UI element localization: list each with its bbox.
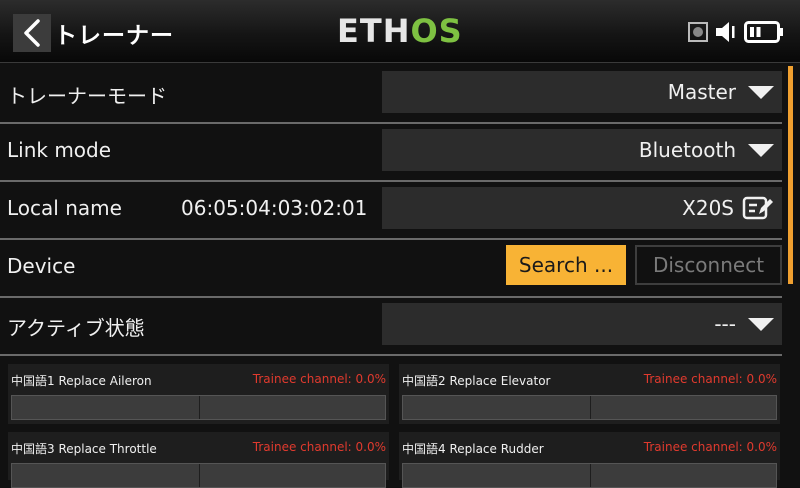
channel-panel-1[interactable]: 中国語1 Replace Aileron Trainee channel: 0.… [8,364,389,424]
edit-icon[interactable] [742,194,774,222]
local-name-label: Local name [7,196,122,220]
link-mode-value: Bluetooth [638,138,736,162]
mac-address: 06:05:04:03:02:01 [181,196,368,220]
trainer-mode-value: Master [667,80,736,104]
dropdown-arrow-icon [748,143,774,157]
chevron-left-icon [24,19,40,47]
row-active-state: アクティブ状態 --- [0,296,782,356]
record-icon [688,22,708,42]
active-state-label: アクティブ状態 [7,316,145,340]
row-device: Device Search ... Disconnect [0,238,782,298]
logo-text-os: OS [410,12,463,50]
search-button[interactable]: Search ... [506,245,626,285]
channel-bar [11,395,386,420]
channel-title: 中国語2 Replace Elevator [402,374,551,388]
disconnect-button[interactable]: Disconnect [635,245,782,285]
active-state-value: --- [714,312,736,336]
trainee-channel-status: Trainee channel: 0.0% [643,440,777,454]
scrollbar[interactable] [788,66,793,284]
device-label: Device [7,254,76,278]
channel-bar [402,395,777,420]
local-name-input[interactable]: X20S [382,187,782,229]
active-state-select[interactable]: --- [382,303,782,345]
battery-icon [744,21,783,43]
trainer-mode-label: トレーナーモード [7,84,167,108]
channel-bar [402,463,777,488]
status-icons [688,20,784,44]
row-trainer-mode: トレーナーモード Master [0,64,782,124]
dropdown-arrow-icon [748,317,774,331]
dropdown-arrow-icon [748,85,774,99]
ethos-logo: ETHOS [337,12,463,50]
channel-title: 中国語1 Replace Aileron [11,374,152,388]
back-button[interactable] [13,14,51,52]
channel-bar [11,463,386,488]
logo-text-eth: ETH [337,12,411,50]
speaker-icon [716,22,735,42]
trainee-channel-status: Trainee channel: 0.0% [643,372,777,386]
trainer-mode-select[interactable]: Master [382,71,782,113]
title-bar: トレーナー ETHOS [0,0,800,63]
channel-panel-2[interactable]: 中国語2 Replace Elevator Trainee channel: 0… [399,364,780,424]
channel-title: 中国語4 Replace Rudder [402,442,544,456]
trainee-channel-status: Trainee channel: 0.0% [252,372,386,386]
channel-panel-3[interactable]: 中国語3 Replace Throttle Trainee channel: 0… [8,432,389,488]
page-title: トレーナー [54,23,174,49]
channel-title: 中国語3 Replace Throttle [11,442,157,456]
row-local-name: Local name 06:05:04:03:02:01 X20S [0,180,782,240]
channel-panel-4[interactable]: 中国語4 Replace Rudder Trainee channel: 0.0… [399,432,780,488]
row-link-mode: Link mode Bluetooth [0,122,782,182]
link-mode-select[interactable]: Bluetooth [382,129,782,171]
link-mode-label: Link mode [7,138,112,162]
local-name-value: X20S [682,196,734,220]
trainee-channel-status: Trainee channel: 0.0% [252,440,386,454]
